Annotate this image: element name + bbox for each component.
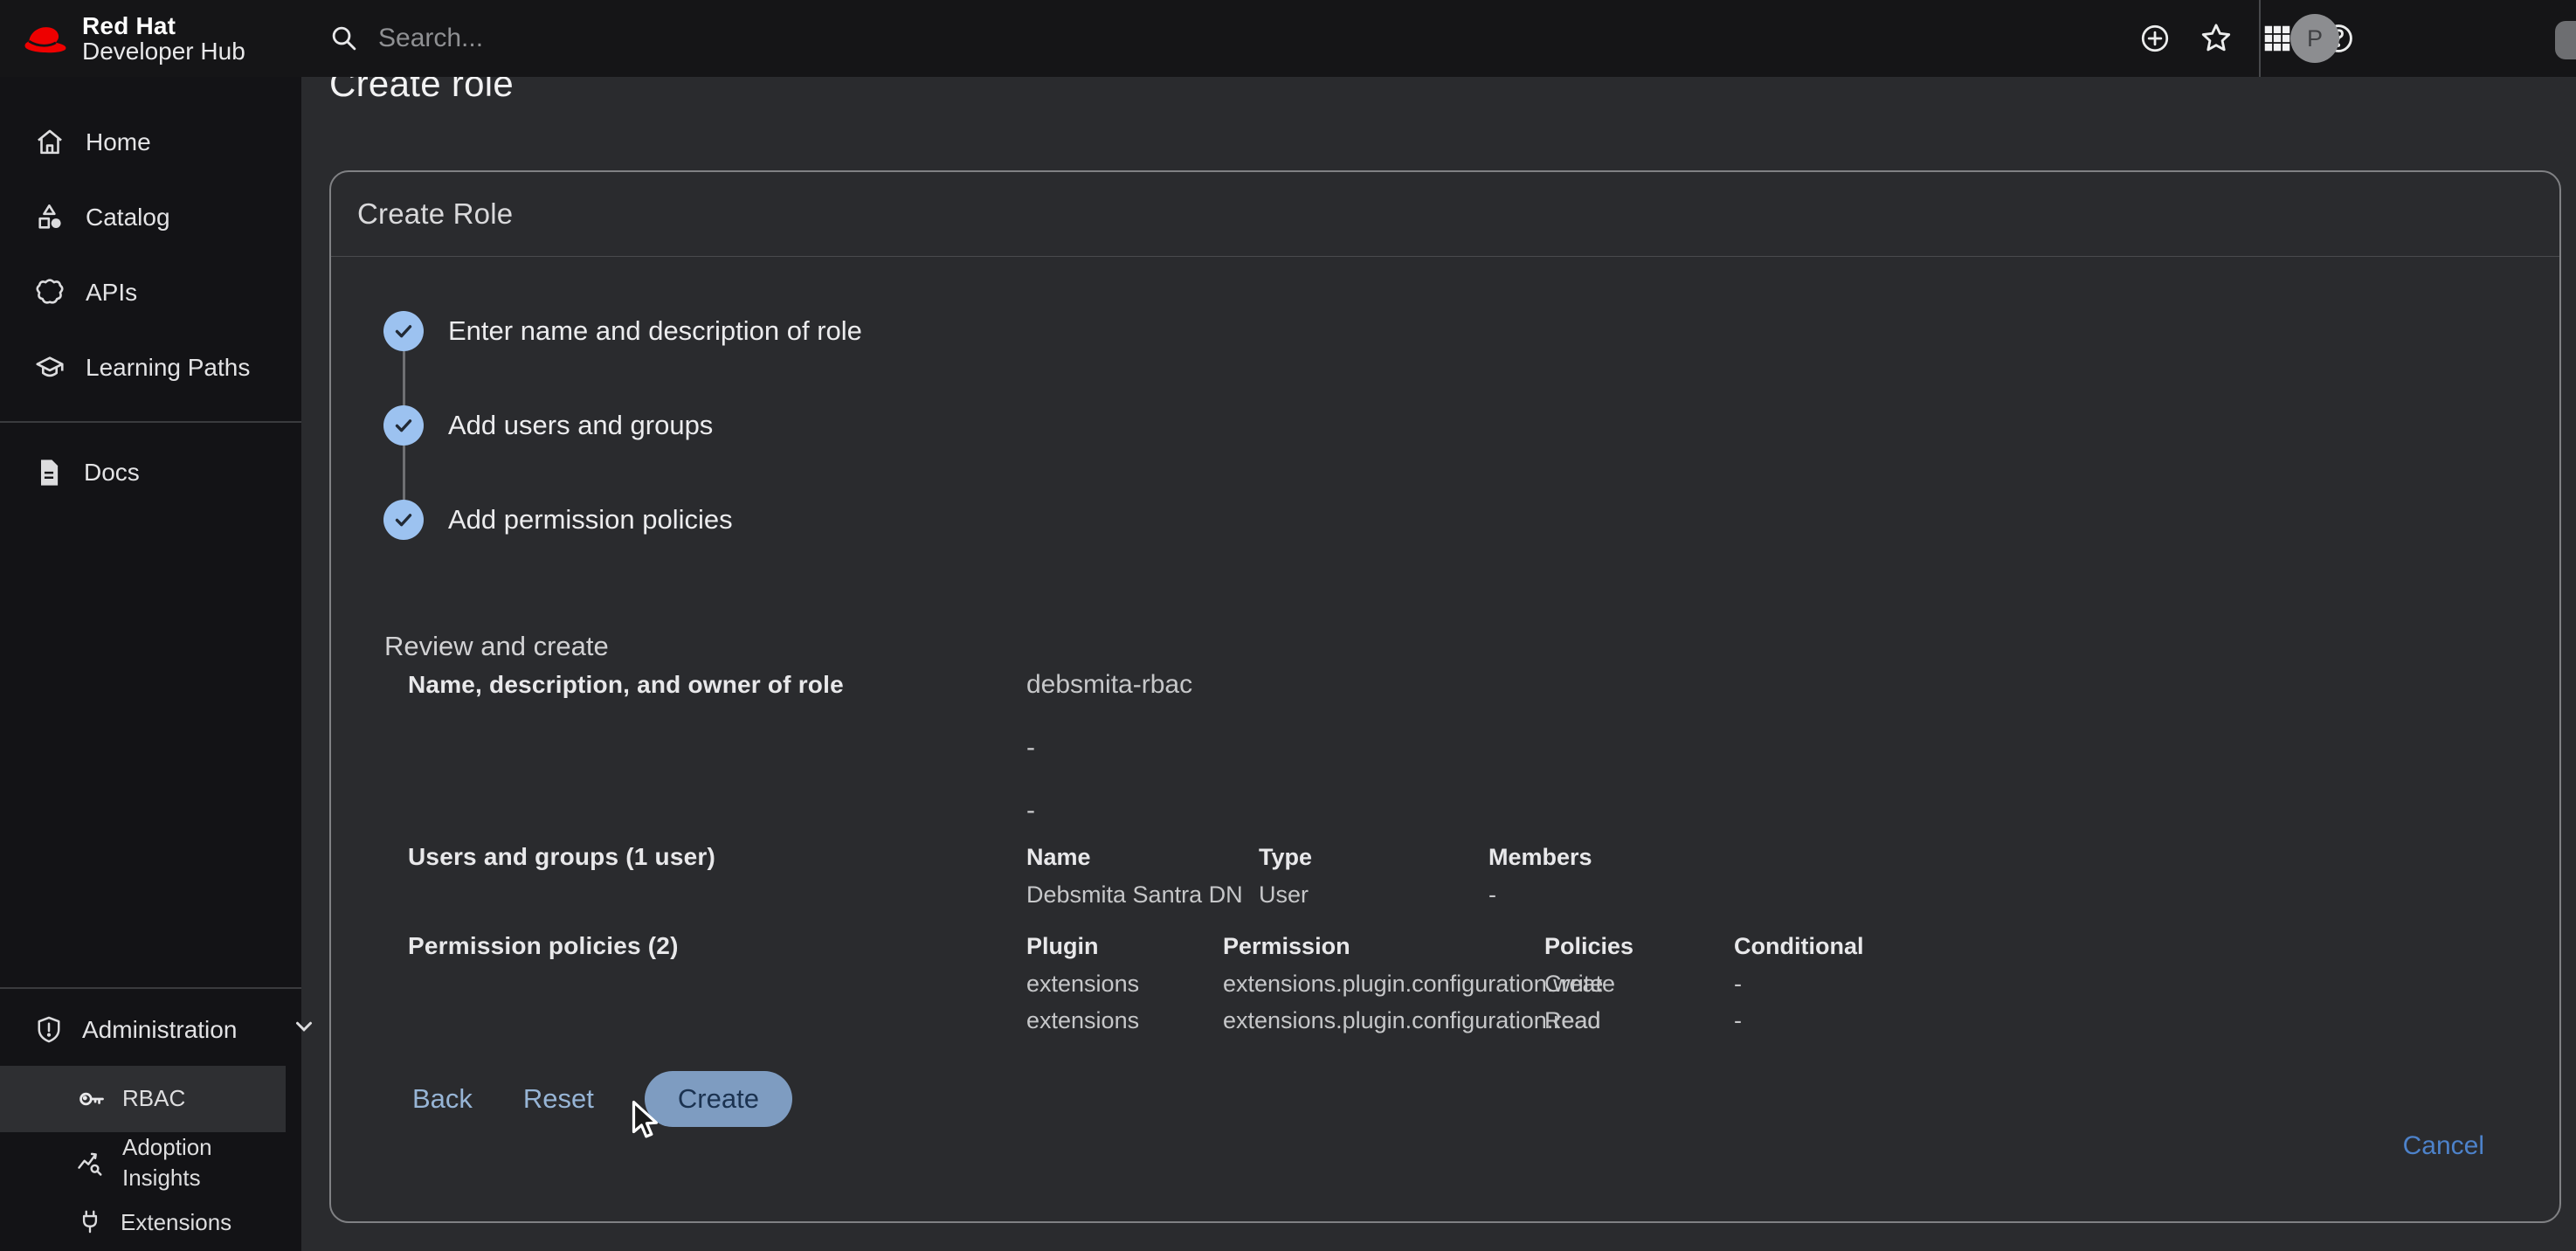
mouse-cursor [625,1099,664,1147]
sidebar-item-apis[interactable]: APIs [0,255,301,330]
cancel-row: Cancel [383,1130,2559,1162]
sidebar-item-extensions[interactable]: Extensions [0,1193,301,1251]
apis-icon [33,276,66,309]
sidebar-item-learning-paths[interactable]: Learning Paths [0,330,301,405]
sidebar-item-label: Learning Paths [86,354,250,382]
back-button[interactable]: Back [412,1083,473,1115]
table-header-cell: Type [1259,843,1488,871]
permissions-table: PluginPermissionPoliciesConditional exten… [1026,932,2559,1033]
docs-icon [33,457,65,488]
sidebar-item-label: Catalog [86,204,170,232]
plug-icon [75,1207,105,1237]
step-3[interactable]: Add permission policies [383,500,2559,540]
sidebar-item-label: Home [86,128,151,156]
cancel-button[interactable]: Cancel [2403,1130,2484,1162]
edge-partial-avatar [2555,21,2576,59]
step-2[interactable]: Add users and groups [383,405,2559,446]
name-values: debsmita-rbac - - [1026,671,2559,825]
catalog-icon [33,201,66,234]
step-label: Enter name and description of role [448,315,862,347]
sidebar-item-adoption-insights[interactable]: Adoption Insights [0,1132,301,1193]
topbar-divider [2259,0,2261,77]
role-name-value: debsmita-rbac [1026,671,2559,699]
app-logo-text: Red Hat Developer Hub [82,13,245,65]
table-cell: User [1259,881,1488,908]
table-cell: extensions.plugin.configuration.read [1223,1007,1544,1033]
reset-button[interactable]: Reset [523,1083,594,1115]
create-role-card: Create Role Enter name and description o… [329,170,2561,1223]
logo-line2: Developer Hub [82,38,245,64]
shield-admin-icon [33,1014,65,1046]
table-cell: - [1734,971,2559,997]
user-avatar[interactable]: P [2290,14,2339,63]
step-1[interactable]: Enter name and description of role [383,311,2559,351]
table-header-cell: Members [1488,843,2559,871]
table-cell: extensions [1026,971,1223,997]
section-label: Name, description, and owner of role [408,671,1026,825]
sidebar-divider [0,421,301,423]
home-icon [33,126,66,159]
create-plus-icon[interactable] [2136,19,2174,58]
sidebar: Home Catalog APIs Learning Paths [0,77,301,1251]
review-name-section: Name, description, and owner of role deb… [408,671,2559,825]
card-body: Enter name and description of role Add u… [331,257,2559,1162]
global-search[interactable] [328,22,2136,55]
step-label: Add users and groups [448,410,713,441]
sidebar-divider-bottom [0,987,301,989]
logo-line1: Red Hat [82,13,245,38]
section-label: Users and groups (1 user) [408,843,1026,908]
search-icon [328,22,361,55]
table-cell: - [1488,881,2559,908]
review-users-section: Users and groups (1 user) NameTypeMember… [408,843,2559,908]
step-connector [403,351,405,405]
table-cell: Create [1544,971,1734,997]
table-header-cell: Permission [1223,932,1544,960]
table-header-cell: Conditional [1734,932,2559,960]
sidebar-item-catalog[interactable]: Catalog [0,180,301,255]
sidebar-item-label: Docs [84,459,140,487]
main-content: Create role Create Role Enter name and d… [301,77,2576,1251]
users-table: NameTypeMembers Debsmita Santra DNUser- [1026,843,2559,908]
create-button[interactable]: Create [645,1071,792,1127]
step-label: Add permission policies [448,504,733,536]
review-permissions-section: Permission policies (2) PluginPermission… [408,932,2559,1033]
table-header-cell: Plugin [1026,932,1223,960]
step-connector [403,446,405,500]
search-input[interactable] [378,24,990,53]
sidebar-spacer [0,510,301,971]
role-owner-value: - [1026,797,2559,825]
card-title: Create Role [331,172,2559,257]
sidebar-item-label: Administration [82,1016,237,1044]
table-header-cell: Policies [1544,932,1734,960]
table-cell: extensions.plugin.configuration.write [1223,971,1544,997]
table-cell: Debsmita Santra DN [1026,881,1259,908]
table-header-cell: Name [1026,843,1259,871]
role-description-value: - [1026,734,2559,762]
step-complete-check-icon [383,311,424,351]
table-cell: Read [1544,1007,1734,1033]
adoption-insights-icon [75,1147,107,1178]
wizard-actions: Back Reset Create [412,1071,2559,1127]
section-label: Permission policies (2) [408,932,1026,1033]
learning-paths-icon [33,351,66,384]
table-cell: extensions [1026,1007,1223,1033]
sidebar-item-label: APIs [86,279,137,307]
sidebar-item-label: Adoption Insights [122,1132,262,1193]
sidebar-item-home[interactable]: Home [0,105,301,180]
key-icon [75,1083,107,1115]
sidebar-item-rbac[interactable]: RBAC [0,1066,286,1132]
table-cell: - [1734,1007,2559,1033]
topbar: Red Hat Developer Hub [0,0,2576,77]
redhat-fedora-icon [19,19,70,58]
app-logo[interactable]: Red Hat Developer Hub [0,13,301,65]
chevron-down-icon [291,1013,317,1046]
sidebar-item-administration[interactable]: Administration [0,1001,301,1059]
step-complete-check-icon [383,500,424,540]
step-complete-check-icon [383,405,424,446]
sidebar-item-docs[interactable]: Docs [0,435,301,510]
review-heading: Review and create [384,631,2559,662]
starred-icon[interactable] [2197,19,2235,58]
sidebar-item-label: Extensions [121,1209,231,1236]
sidebar-item-label: RBAC [122,1085,185,1112]
